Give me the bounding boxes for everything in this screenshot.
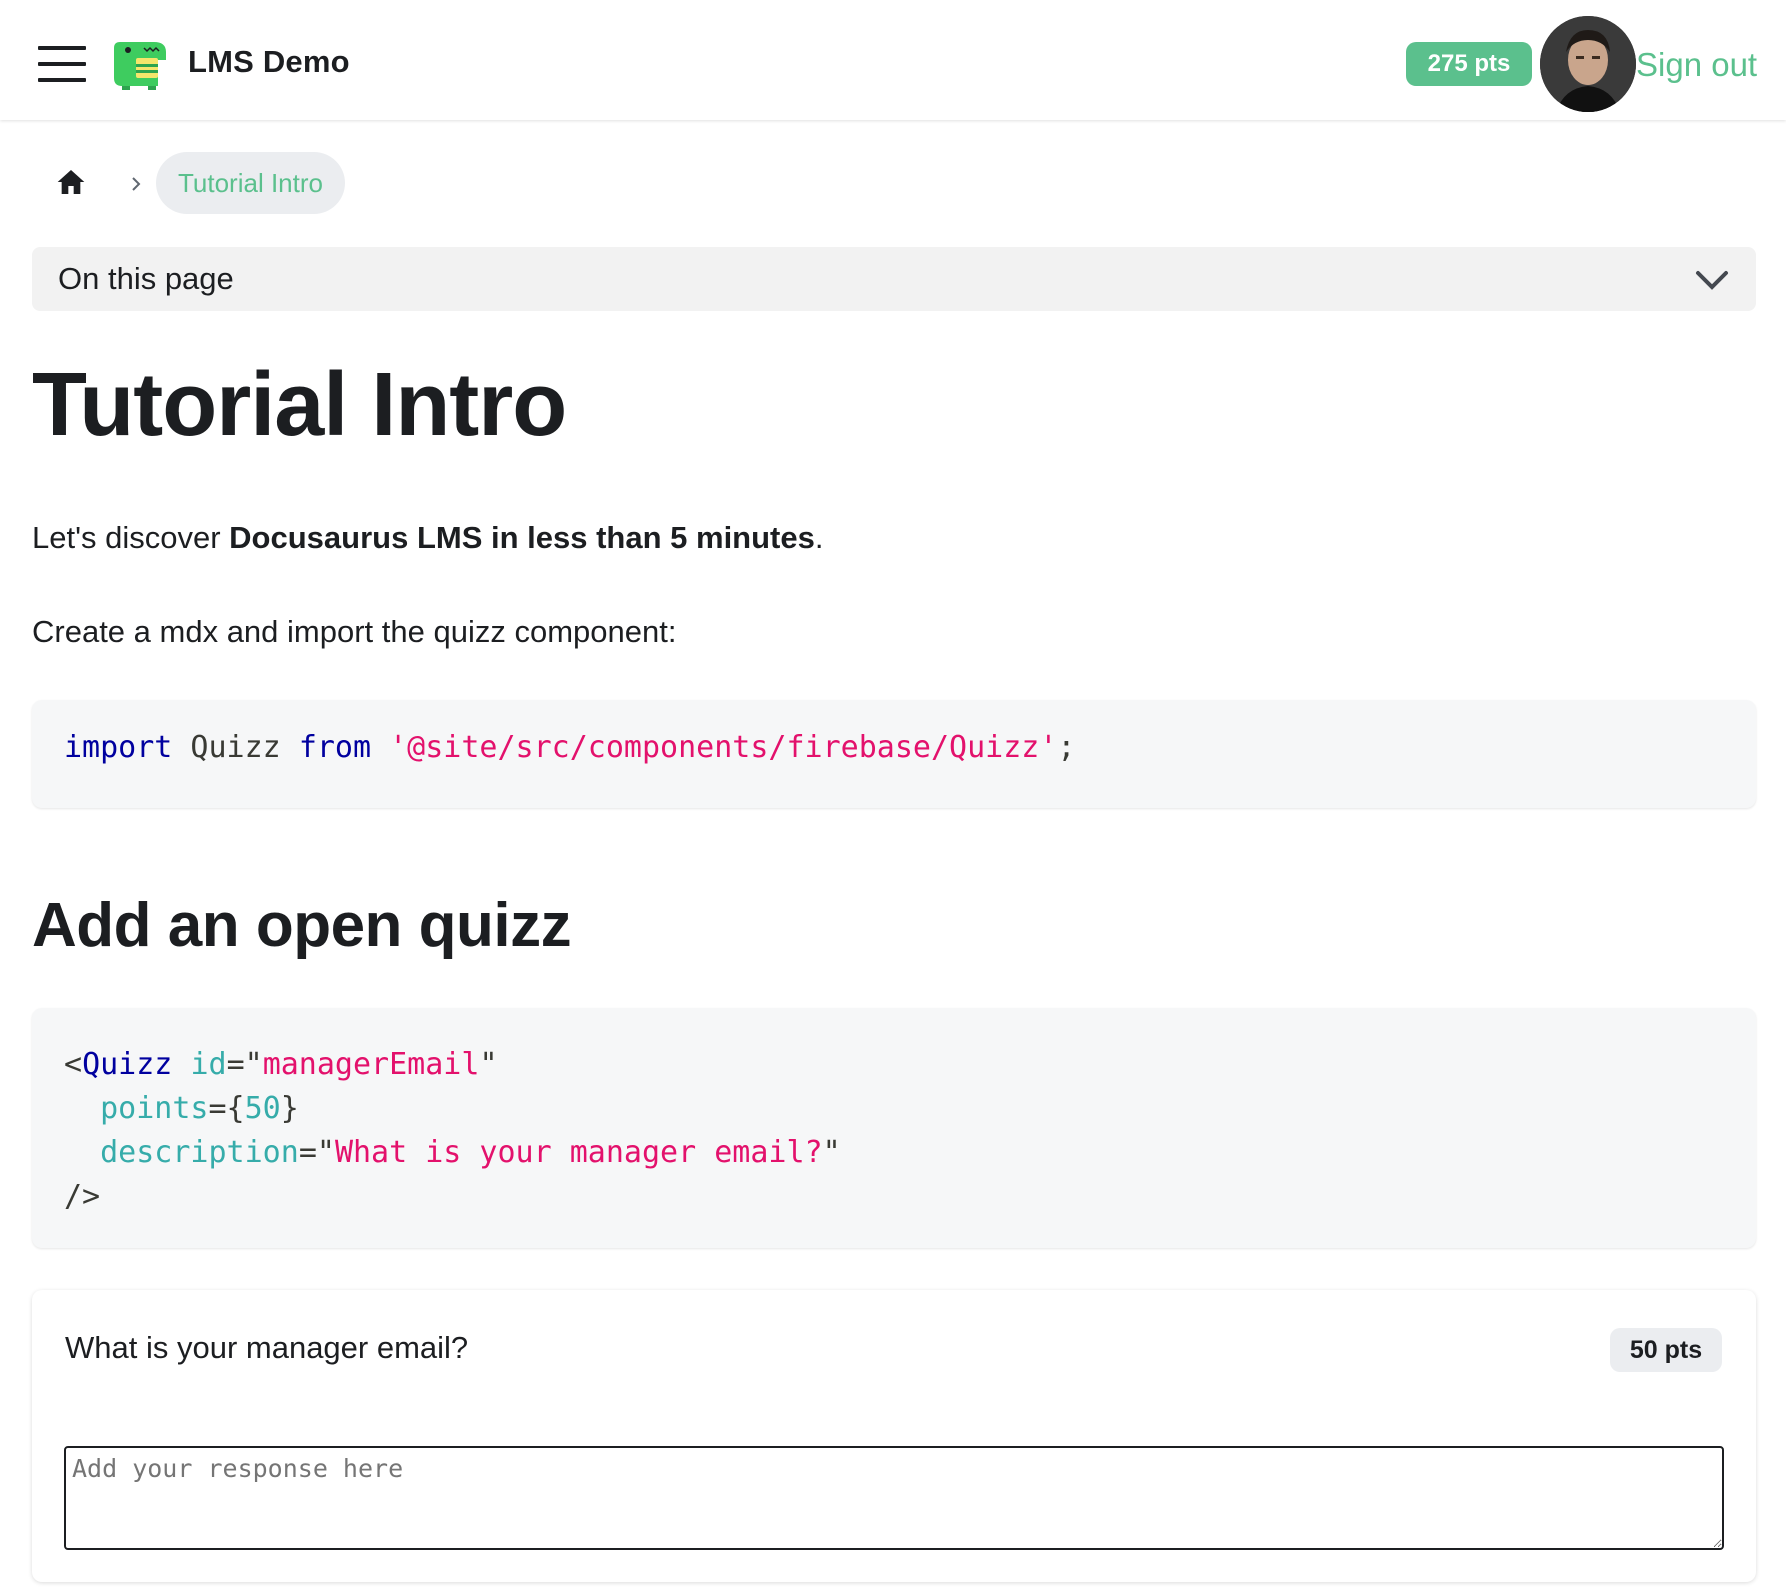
code-number: 50 <box>244 1091 281 1126</box>
code-punct: ; <box>1057 730 1076 765</box>
code-keyword: import <box>64 730 173 765</box>
intro-bold: Docusaurus LMS in less than 5 minutes <box>229 520 815 555</box>
import-code-block: import Quizz from '@site/src/components/… <box>32 700 1756 808</box>
breadcrumb-current[interactable]: Tutorial Intro <box>156 152 345 214</box>
quiz-points-badge: 50 pts <box>1610 1328 1722 1372</box>
quiz-response-input[interactable] <box>64 1446 1724 1550</box>
hamburger-icon[interactable] <box>38 46 86 82</box>
code-string: '@site/src/components/firebase/Quizz' <box>371 730 1058 765</box>
intro-prefix: Let's discover <box>32 520 230 555</box>
dinosaur-logo[interactable] <box>108 36 172 92</box>
quiz-question: What is your manager email? <box>65 1330 469 1365</box>
code-tag: Quizz <box>82 1047 173 1082</box>
user-avatar[interactable] <box>1540 16 1636 112</box>
brand-title[interactable]: LMS Demo <box>188 44 350 80</box>
code-lines: <Quizz id="managerEmail" points={50} des… <box>64 1047 841 1214</box>
code-attr: description <box>100 1135 299 1170</box>
code-line: import Quizz from '@site/src/components/… <box>64 730 1075 765</box>
code-string: managerEmail <box>262 1047 480 1082</box>
intro-paragraph: Let's discover Docusaurus LMS in less th… <box>32 520 823 556</box>
home-icon[interactable] <box>54 166 88 198</box>
code-attr: id <box>190 1047 227 1082</box>
quizz-code-block: <Quizz id="managerEmail" points={50} des… <box>32 1008 1756 1248</box>
quiz-card: What is your manager email? 50 pts <box>32 1290 1756 1582</box>
code-punct: /> <box>64 1179 101 1214</box>
sign-out-link[interactable]: Sign out <box>1636 46 1757 84</box>
page-title: Tutorial Intro <box>32 355 567 455</box>
toc-label: On this page <box>58 261 234 296</box>
code-string: What is your manager email? <box>334 1135 823 1170</box>
chevron-right-icon <box>132 177 141 191</box>
code-keyword: from <box>298 730 372 765</box>
code-punct: < <box>64 1047 83 1082</box>
intro-suffix: . <box>814 520 824 555</box>
code-ident: Quizz <box>172 730 299 765</box>
instruction-paragraph: Create a mdx and import the quizz compon… <box>32 614 677 649</box>
on-this-page-toggle[interactable]: On this page <box>32 247 1756 311</box>
navbar: LMS Demo 275 pts Sign out <box>0 0 1786 120</box>
code-attr: points <box>100 1091 209 1126</box>
section-heading: Add an open quizz <box>32 891 572 960</box>
user-points-badge: 275 pts <box>1406 42 1532 86</box>
chevron-down-icon <box>1696 271 1728 290</box>
